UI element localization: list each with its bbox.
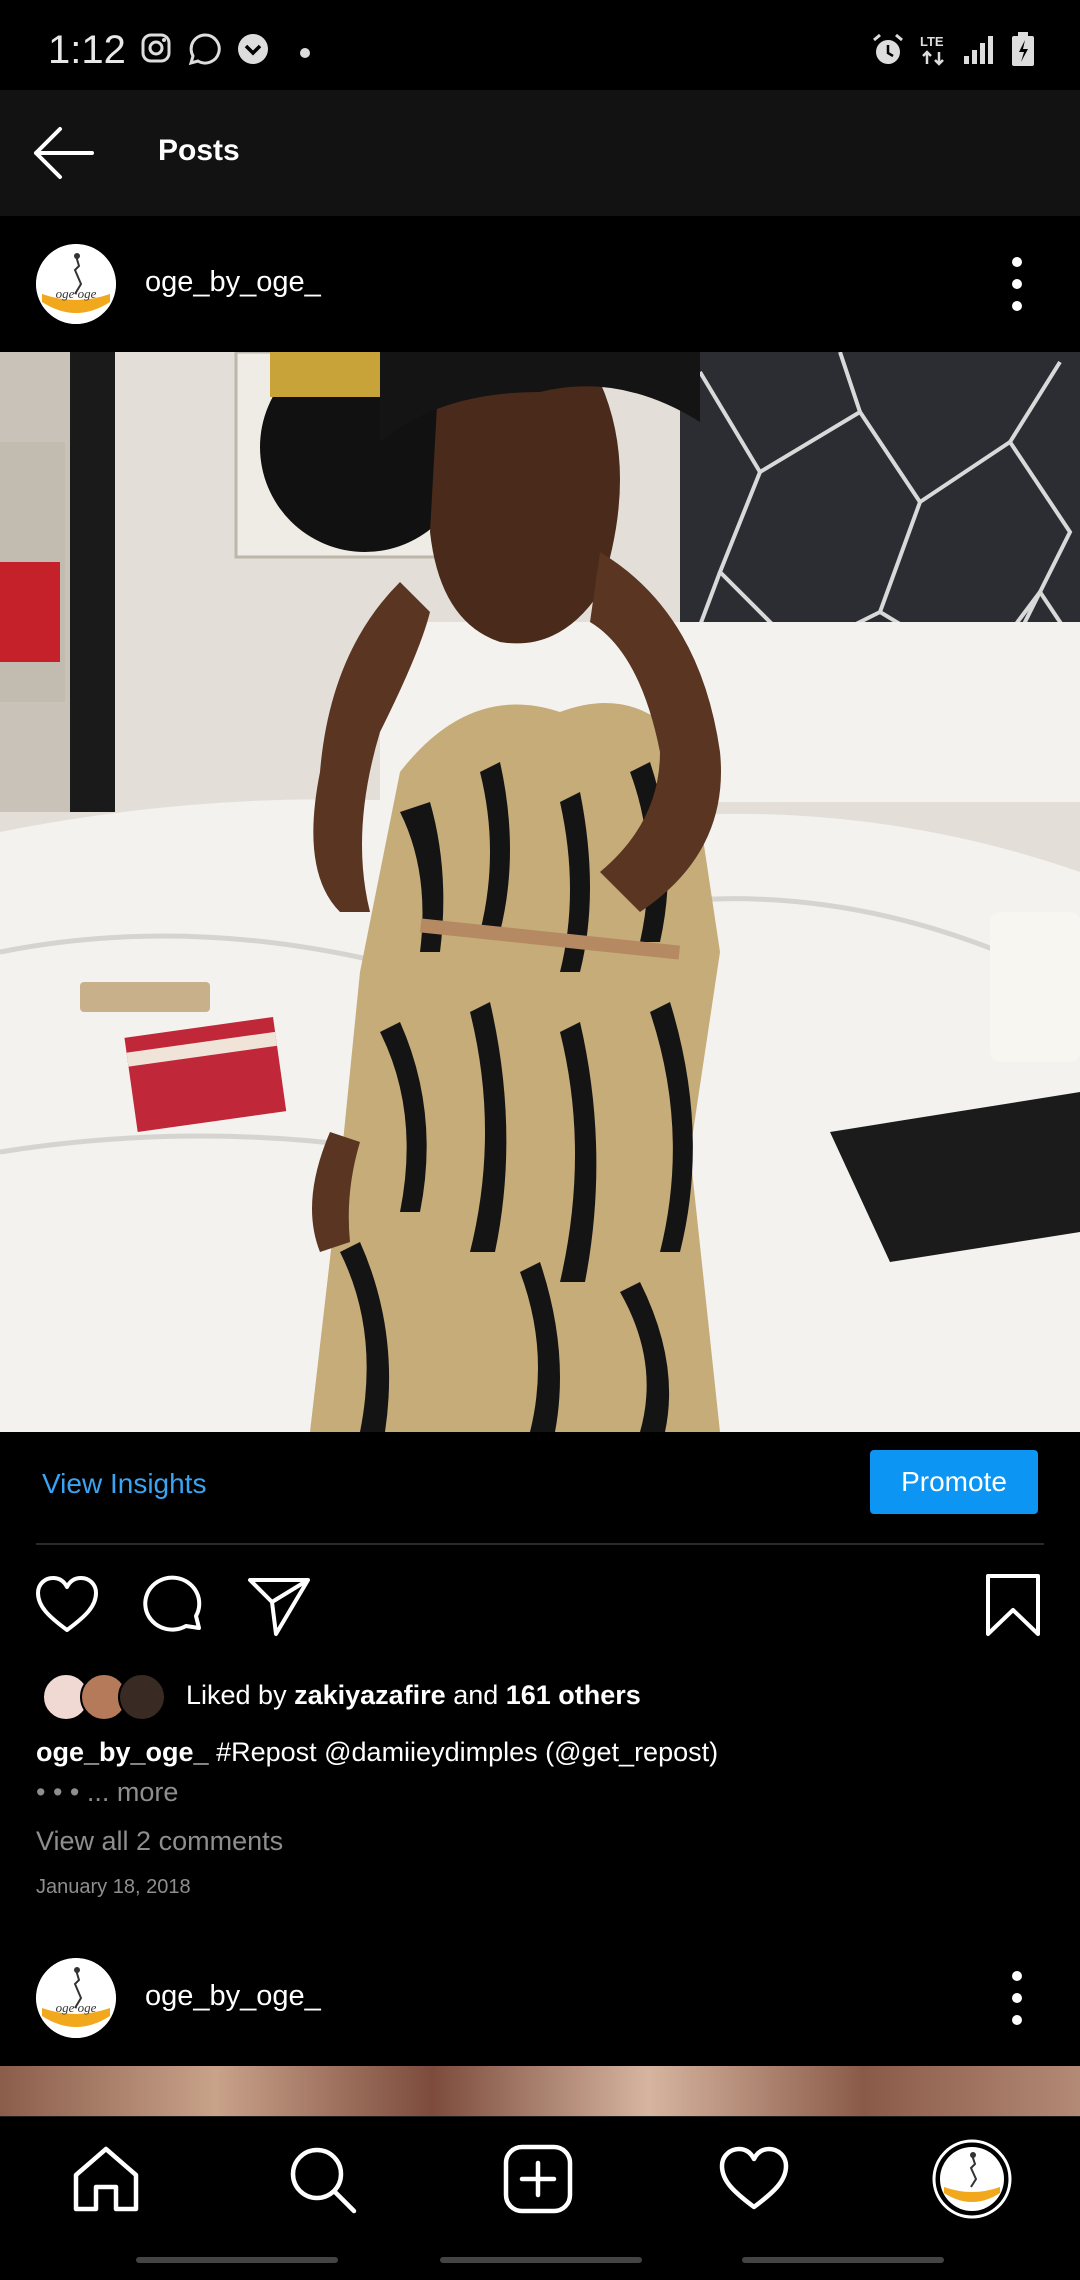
share-send-icon[interactable] bbox=[246, 1572, 312, 1638]
view-insights-link[interactable]: View Insights bbox=[42, 1468, 206, 1500]
caption-dots: • • • bbox=[36, 1777, 87, 1807]
likes-prefix: Liked by bbox=[186, 1680, 295, 1710]
post-header: oge·oge oge_by_oge_ bbox=[0, 216, 1080, 352]
page-title: Posts bbox=[158, 134, 240, 167]
bookmark-icon[interactable] bbox=[980, 1572, 1046, 1638]
likes-summary[interactable]: Liked by zakiyazafire and 161 others bbox=[186, 1680, 641, 1711]
next-post-header: oge·oge oge_by_oge_ bbox=[0, 1930, 1080, 2066]
promote-button[interactable]: Promote bbox=[870, 1450, 1038, 1514]
post-username[interactable]: oge_by_oge_ bbox=[145, 266, 321, 299]
caption-text: #Repost @damiieydimples (@get_repost) bbox=[208, 1737, 719, 1767]
liked-by-avatars[interactable] bbox=[42, 1673, 172, 1721]
caption-username[interactable]: oge_by_oge_ bbox=[36, 1737, 209, 1767]
gesture-bar bbox=[742, 2257, 944, 2263]
avatar-logo-text: oge·oge bbox=[56, 286, 97, 301]
caption: oge_by_oge_ #Repost @damiieydimples (@ge… bbox=[36, 1737, 718, 1768]
app-header: Posts bbox=[0, 90, 1080, 216]
back-arrow-icon[interactable] bbox=[30, 120, 96, 186]
avatar-logo-text: oge·oge bbox=[56, 2000, 97, 2015]
instagram-icon bbox=[141, 33, 171, 63]
status-bar: 1:12 LTE bbox=[0, 0, 1080, 90]
likes-and: and bbox=[445, 1680, 506, 1710]
avatar[interactable]: oge·oge bbox=[36, 244, 116, 324]
post-image[interactable] bbox=[0, 352, 1080, 1432]
more-options-icon[interactable] bbox=[1000, 1968, 1034, 2028]
lte-icon: LTE bbox=[920, 34, 944, 66]
avatar[interactable]: oge·oge bbox=[36, 1958, 116, 2038]
notification-icon bbox=[238, 34, 268, 64]
more-options-icon[interactable] bbox=[1000, 254, 1034, 314]
status-time: 1:12 bbox=[48, 28, 126, 72]
likes-count[interactable]: 161 others bbox=[506, 1680, 641, 1710]
alarm-icon bbox=[873, 33, 903, 64]
liker-username[interactable]: zakiyazafire bbox=[294, 1680, 446, 1710]
post-date: January 18, 2018 bbox=[36, 1876, 191, 1898]
add-post-icon[interactable] bbox=[500, 2141, 576, 2217]
next-post-image[interactable] bbox=[0, 2066, 1080, 2116]
gesture-bar bbox=[440, 2257, 642, 2263]
next-post-username[interactable]: oge_by_oge_ bbox=[145, 1980, 321, 2013]
view-comments-link[interactable]: View all 2 comments bbox=[36, 1826, 283, 1857]
whatsapp-icon bbox=[188, 33, 221, 66]
like-heart-icon[interactable] bbox=[34, 1572, 100, 1638]
caption-more-link[interactable]: ... more bbox=[87, 1777, 179, 1807]
search-icon[interactable] bbox=[284, 2141, 360, 2217]
gesture-bar bbox=[136, 2257, 338, 2263]
avatar bbox=[118, 1673, 166, 1721]
more-notifications-dot bbox=[300, 48, 310, 58]
bottom-navigation bbox=[0, 2116, 1080, 2280]
comment-icon[interactable] bbox=[141, 1572, 207, 1638]
activity-heart-icon[interactable] bbox=[716, 2141, 792, 2217]
caption-more-row: • • • ... more bbox=[36, 1777, 178, 1808]
signal-icon bbox=[964, 36, 993, 64]
svg-text:LTE: LTE bbox=[920, 34, 944, 49]
home-icon[interactable] bbox=[68, 2141, 144, 2217]
divider bbox=[36, 1543, 1044, 1545]
profile-avatar-icon[interactable] bbox=[932, 2139, 1012, 2219]
battery-icon bbox=[1012, 32, 1034, 66]
